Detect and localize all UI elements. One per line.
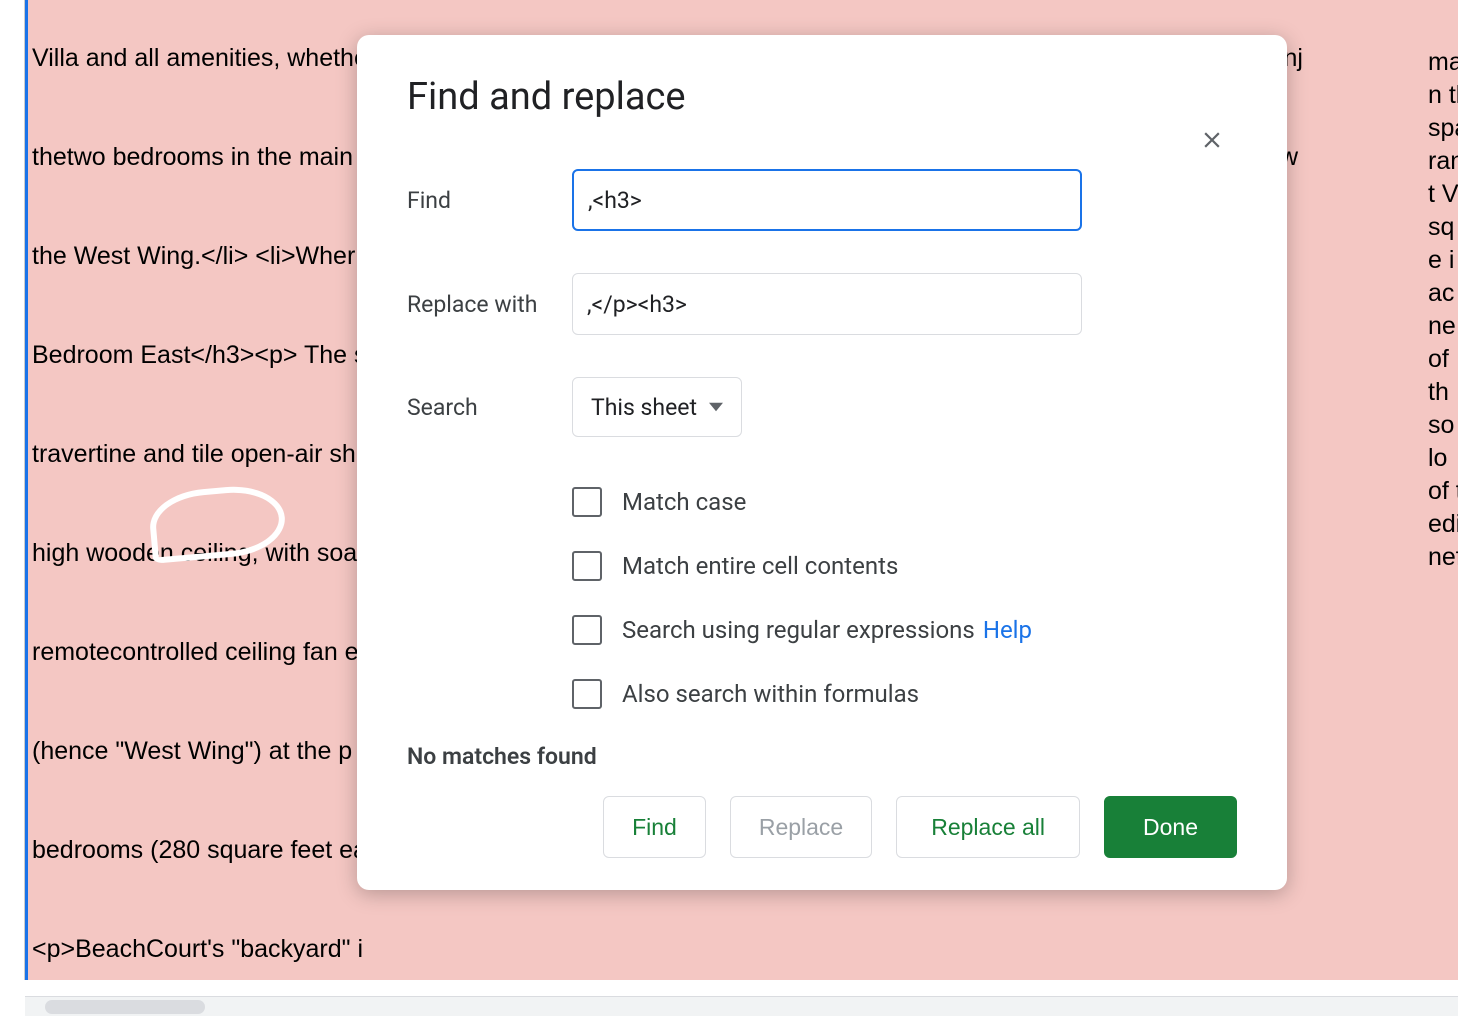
horizontal-scrollbar[interactable]	[25, 996, 1458, 1016]
close-button[interactable]	[1197, 125, 1227, 155]
replace-all-button[interactable]: Replace all	[896, 796, 1080, 858]
formulas-label: Also search within formulas	[622, 680, 919, 708]
chevron-down-icon	[709, 400, 723, 414]
formulas-checkbox[interactable]	[572, 679, 602, 709]
search-scope-dropdown[interactable]: This sheet	[572, 377, 742, 437]
replace-label: Replace with	[407, 291, 572, 318]
regex-label: Search using regular expressionsHelp	[622, 616, 1032, 644]
row-gutter	[0, 0, 25, 980]
options-section: Match case Match entire cell contents Se…	[572, 487, 1237, 709]
entire-cell-checkbox[interactable]	[572, 551, 602, 581]
entire-cell-label: Match entire cell contents	[622, 552, 898, 580]
find-input[interactable]	[572, 169, 1082, 231]
find-row: Find	[407, 169, 1237, 231]
formulas-row: Also search within formulas	[572, 679, 1237, 709]
dialog-title: Find and replace	[407, 75, 1237, 119]
status-message: No matches found	[407, 743, 1237, 770]
match-case-checkbox[interactable]	[572, 487, 602, 517]
scrollbar-thumb[interactable]	[45, 1000, 205, 1014]
find-button[interactable]: Find	[603, 796, 706, 858]
cell-text-line: <p>BeachCourt's "backyard" i	[32, 933, 1454, 966]
find-label: Find	[407, 187, 572, 214]
regex-row: Search using regular expressionsHelp	[572, 615, 1237, 645]
done-button[interactable]: Done	[1104, 796, 1237, 858]
replace-input[interactable]	[572, 273, 1082, 335]
search-scope-row: Search This sheet	[407, 377, 1237, 437]
match-case-label: Match case	[622, 488, 746, 516]
regex-checkbox[interactable]	[572, 615, 602, 645]
find-replace-dialog: Find and replace Find Replace with Searc…	[357, 35, 1287, 890]
close-icon	[1199, 127, 1225, 153]
dialog-buttons: Find Replace Replace all Done	[407, 796, 1237, 858]
replace-button[interactable]: Replace	[730, 796, 872, 858]
entire-cell-row: Match entire cell contents	[572, 551, 1237, 581]
replace-row: Replace with	[407, 273, 1237, 335]
search-scope-value: This sheet	[591, 394, 697, 421]
right-edge-text: ma n th spa ran t V sq e i ac ne of th s…	[1428, 46, 1458, 576]
help-link[interactable]: Help	[983, 616, 1032, 644]
match-case-row: Match case	[572, 487, 1237, 517]
search-scope-label: Search	[407, 394, 572, 421]
